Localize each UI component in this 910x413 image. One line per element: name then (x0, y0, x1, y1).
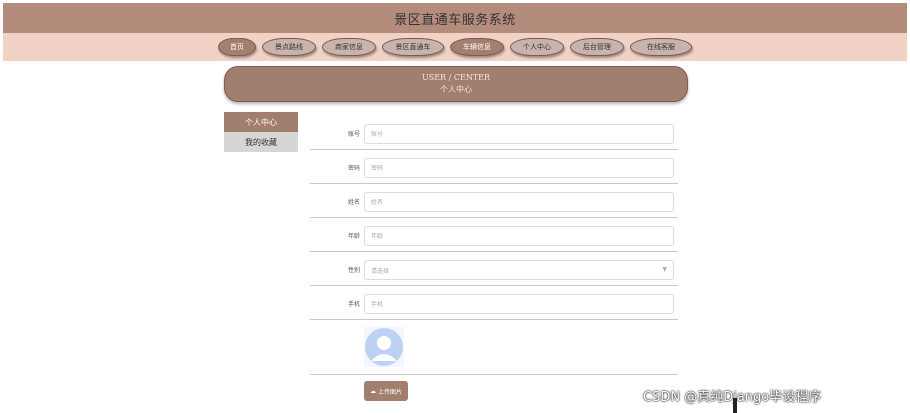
profile-form: 账号 密码 姓名 年龄 性别 请选择 ▼ 手机 (310, 116, 678, 375)
password-input[interactable] (371, 164, 667, 172)
account-input[interactable] (371, 130, 667, 138)
banner-english-title: USER / CENTER (421, 73, 491, 82)
pointer-cursor (733, 398, 737, 413)
nav-admin[interactable]: 后台管理 (570, 38, 624, 56)
form-row-gender: 性别 请选择 ▼ (310, 252, 678, 286)
upload-image-button[interactable]: ☁ 上传图片 (364, 381, 408, 401)
header-bar: 景区直通车服务系统 (3, 3, 907, 33)
form-row-name: 姓名 (310, 184, 678, 218)
nav-scenic-shuttle[interactable]: 景区直通车 (382, 38, 444, 56)
age-label: 年龄 (347, 233, 360, 240)
password-label: 密码 (347, 165, 360, 172)
phone-label: 手机 (347, 301, 360, 308)
upload-button-label: 上传图片 (377, 388, 402, 396)
phone-input[interactable] (371, 300, 667, 308)
gender-select-value: 请选择 (371, 267, 390, 275)
form-row-avatar (310, 320, 678, 375)
page-banner: USER / CENTER 个人中心 (224, 66, 688, 102)
side-item-personal-center[interactable]: 个人中心 (224, 112, 298, 132)
name-label: 姓名 (347, 199, 360, 206)
avatar-placeholder-icon (365, 328, 403, 366)
nav-vehicle-info[interactable]: 车辆信息 (450, 38, 504, 56)
main-nav: 首页 景点路线 商家信息 景区直通车 车辆信息 个人中心 后台管理 在线客服 (3, 33, 907, 61)
form-row-age: 年龄 (310, 218, 678, 252)
site-title: 景区直通车服务系统 (394, 12, 516, 28)
nav-online-service[interactable]: 在线客服 (630, 38, 692, 56)
form-row-phone: 手机 (310, 286, 678, 320)
avatar (364, 327, 404, 367)
nav-home[interactable]: 首页 (218, 38, 256, 56)
side-menu: 个人中心 我的收藏 (224, 112, 298, 152)
gender-select[interactable]: 请选择 ▼ (364, 260, 674, 280)
nav-scenic-routes[interactable]: 景点路线 (262, 38, 316, 56)
nav-personal-center[interactable]: 个人中心 (510, 38, 564, 56)
chevron-down-icon: ▼ (662, 266, 667, 273)
form-row-account: 账号 (310, 116, 678, 150)
age-input[interactable] (371, 232, 667, 240)
side-item-favorites[interactable]: 我的收藏 (224, 132, 298, 152)
upload-cloud-icon: ☁ (369, 387, 376, 395)
nav-merchant-info[interactable]: 商家信息 (322, 38, 376, 56)
name-input[interactable] (371, 198, 667, 206)
gender-label: 性别 (347, 267, 360, 274)
form-row-password: 密码 (310, 150, 678, 184)
account-label: 账号 (347, 131, 360, 138)
banner-chinese-title: 个人中心 (440, 85, 472, 94)
